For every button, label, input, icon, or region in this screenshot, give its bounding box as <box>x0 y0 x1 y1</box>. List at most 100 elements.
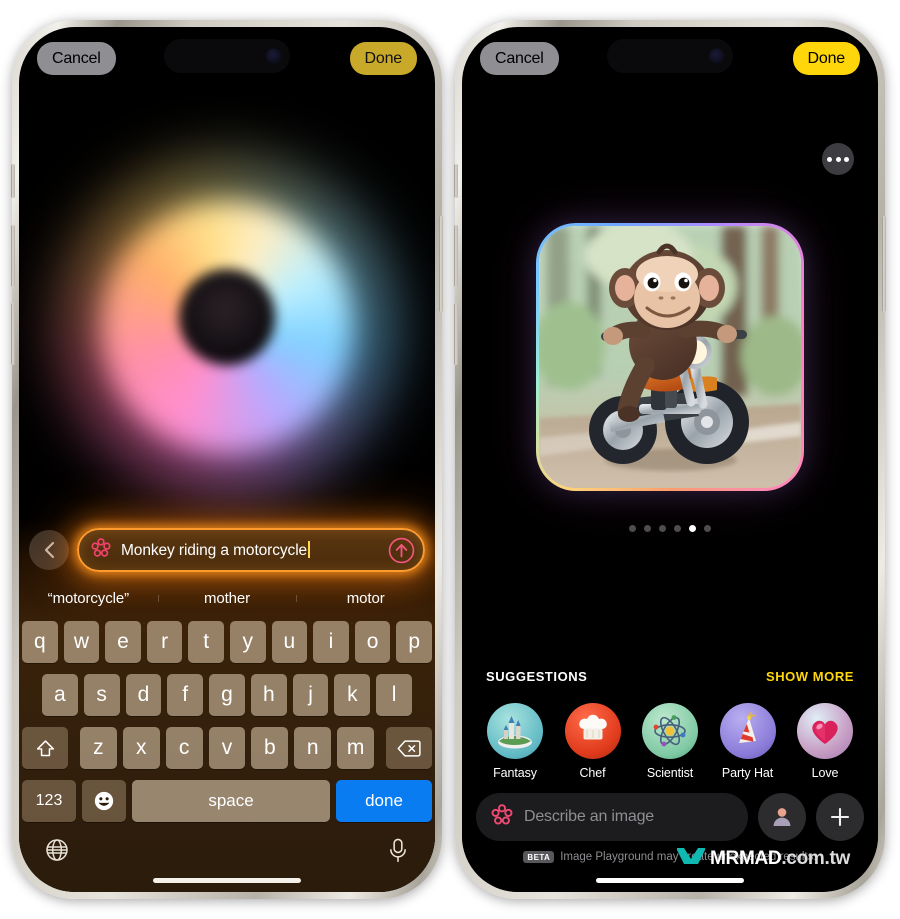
key-d[interactable]: d <box>125 674 162 716</box>
key-p[interactable]: p <box>396 621 432 663</box>
key-i[interactable]: i <box>313 621 349 663</box>
generated-image-card[interactable] <box>536 223 804 491</box>
autocomplete-option-0[interactable]: “motorcycle” <box>19 590 158 607</box>
page-dot-0[interactable] <box>629 525 636 532</box>
arrow-up-circle-icon <box>388 537 415 563</box>
more-options-ellipsis-icon[interactable] <box>822 143 854 175</box>
key-s[interactable]: s <box>83 674 120 716</box>
key-h[interactable]: h <box>250 674 287 716</box>
volume-down-button[interactable] <box>11 303 15 365</box>
space-key[interactable]: space <box>132 780 330 822</box>
key-b[interactable]: b <box>251 727 289 769</box>
key-y[interactable]: y <box>230 621 266 663</box>
party-hat-icon <box>719 703 776 759</box>
key-r[interactable]: r <box>146 621 183 663</box>
suggestion-scientist[interactable]: Scientist <box>633 703 707 780</box>
monkey-on-motorcycle-illustration <box>539 226 801 488</box>
castle-icon <box>487 703 543 759</box>
key-k[interactable]: k <box>334 674 371 716</box>
key-l[interactable]: l <box>376 674 413 716</box>
key-z[interactable]: z <box>80 727 117 769</box>
key-g[interactable]: g <box>209 674 245 716</box>
power-button[interactable] <box>882 216 886 312</box>
iphone-left-prompt-entry: Cancel Done Monkey riding a motorcycle “… <box>11 20 443 899</box>
key-e[interactable]: e <box>105 621 141 663</box>
describe-image-input[interactable]: Describe an image <box>476 793 748 841</box>
page-dot-2[interactable] <box>659 525 666 532</box>
key-q[interactable]: q <box>22 621 58 663</box>
key-v[interactable]: v <box>208 727 246 769</box>
compose-bar: Describe an image <box>476 793 864 841</box>
orb-core <box>179 269 275 365</box>
key-c[interactable]: c <box>165 727 203 769</box>
key-o[interactable]: o <box>354 621 391 663</box>
suggestion-party-hat[interactable]: Party Hat <box>711 703 785 780</box>
backspace-key[interactable] <box>386 727 432 769</box>
generated-image <box>539 226 801 488</box>
action-button[interactable] <box>454 164 458 198</box>
key-m[interactable]: m <box>337 727 375 769</box>
suggestion-label: Chef <box>579 766 606 780</box>
suggestion-label: Love <box>811 766 839 780</box>
home-indicator[interactable] <box>153 878 301 883</box>
cancel-button[interactable]: Cancel <box>37 41 116 75</box>
microphone-dictation-icon[interactable] <box>387 838 409 868</box>
suggestion-label: Party Hat <box>721 766 774 780</box>
key-x[interactable]: x <box>122 727 160 769</box>
volume-up-button[interactable] <box>454 225 458 287</box>
keyboard-row-3: z x c v b n m <box>22 727 432 769</box>
keyboard-done-key[interactable]: done <box>336 780 432 822</box>
done-button[interactable]: Done <box>792 41 860 75</box>
key-t[interactable]: t <box>188 621 224 663</box>
globe-language-icon[interactable] <box>45 838 69 867</box>
left-screen: Cancel Done Monkey riding a motorcycle “… <box>19 27 435 892</box>
key-j[interactable]: j <box>292 674 329 716</box>
suggestion-fantasy[interactable]: Fantasy <box>478 703 552 780</box>
prompt-input-field[interactable]: Monkey riding a motorcycle <box>77 528 425 572</box>
emoji-smiley-icon[interactable] <box>82 780 126 822</box>
autocomplete-option-2[interactable]: motor <box>296 590 435 607</box>
image-pagination-dots <box>629 525 711 532</box>
watermark-text: MRMAD.com.tw <box>710 847 850 869</box>
send-prompt-button[interactable] <box>388 537 415 564</box>
image-playground-flower-icon <box>90 537 112 564</box>
volume-down-button[interactable] <box>454 303 458 365</box>
onscreen-keyboard: q w e r t y u i o p a s d f g h j k l z … <box>19 621 435 833</box>
key-u[interactable]: u <box>271 621 308 663</box>
show-more-button[interactable]: SHOW MORE <box>766 669 854 684</box>
page-dot-5[interactable] <box>704 525 711 532</box>
suggestion-love[interactable]: Love <box>788 703 862 780</box>
keyboard-row-4: 123 space done <box>22 780 432 822</box>
key-w[interactable]: w <box>63 621 100 663</box>
key-a[interactable]: a <box>41 674 78 716</box>
back-button[interactable] <box>29 530 69 570</box>
key-n[interactable]: n <box>294 727 332 769</box>
person-avatar-button[interactable] <box>758 793 806 841</box>
cancel-button[interactable]: Cancel <box>480 41 559 75</box>
screenshot-stage: Cancel Done Monkey riding a motorcycle “… <box>0 0 900 919</box>
action-button[interactable] <box>11 164 15 198</box>
chef-hat-icon <box>564 703 621 759</box>
mrmad-logo-icon <box>676 845 706 872</box>
volume-up-button[interactable] <box>11 225 15 287</box>
numbers-key[interactable]: 123 <box>22 780 76 822</box>
prompt-text: Monkey riding a motorcycle <box>121 540 379 560</box>
autocomplete-option-1[interactable]: mother <box>157 590 297 607</box>
power-button[interactable] <box>439 216 443 312</box>
key-f[interactable]: f <box>167 674 204 716</box>
right-screen: Cancel Done SUGGESTIONS SHOW MORE Fantas… <box>462 27 878 892</box>
page-dot-1[interactable] <box>644 525 651 532</box>
add-button[interactable] <box>816 793 864 841</box>
home-indicator[interactable] <box>596 878 744 883</box>
page-dot-3[interactable] <box>674 525 681 532</box>
done-button[interactable]: Done <box>349 41 417 75</box>
left-navbar: Cancel Done <box>19 27 435 89</box>
atom-icon <box>642 703 698 759</box>
keyboard-row-3-letters: z x c v b n m <box>74 727 380 769</box>
page-dot-4-active[interactable] <box>689 525 696 532</box>
suggestions-header: SUGGESTIONS SHOW MORE <box>486 669 854 684</box>
suggestion-chef[interactable]: Chef <box>556 703 630 780</box>
suggestions-row: Fantasy Chef Scientist Party Hat Love <box>478 703 862 780</box>
shift-key[interactable] <box>22 727 68 769</box>
generating-orb <box>60 160 394 494</box>
